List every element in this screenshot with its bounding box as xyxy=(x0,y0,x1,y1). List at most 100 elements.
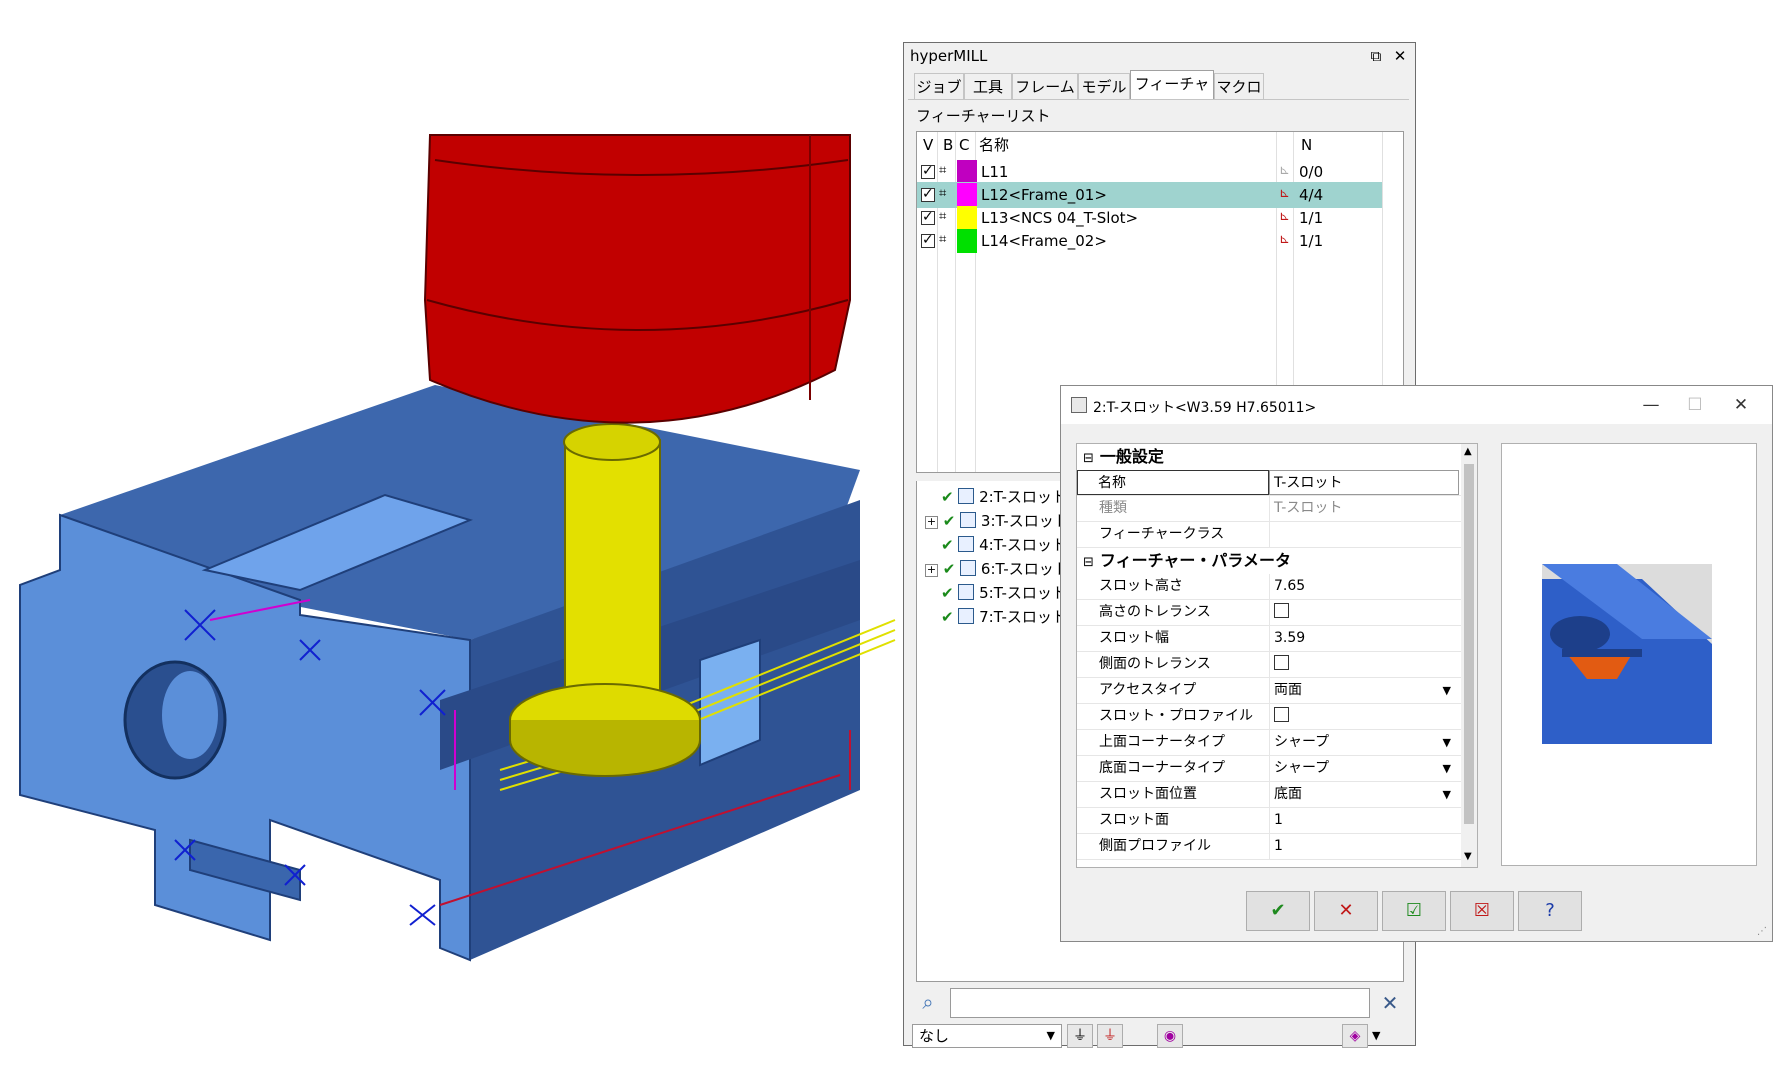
maximize-icon[interactable]: ☐ xyxy=(1677,394,1713,416)
collapse-icon[interactable]: ⊟ xyxy=(1083,451,1094,466)
check-icon: ✔ xyxy=(942,512,956,530)
feature-color-icon[interactable]: ◉ xyxy=(1157,1024,1183,1048)
apply-button[interactable]: ☑ xyxy=(1382,891,1446,931)
tree-item[interactable]: + ✔ 3:T-スロット< xyxy=(925,509,1081,533)
property-value[interactable]: 1 xyxy=(1269,834,1459,859)
top-corner-type-select[interactable]: シャープ ▼ xyxy=(1269,730,1459,755)
panel-titlebar[interactable]: hyperMILL ⧉ ✕ xyxy=(904,43,1415,69)
property-row[interactable]: 名称 T-スロット xyxy=(1077,470,1461,496)
property-value[interactable] xyxy=(1269,600,1459,625)
cancel-button[interactable]: ✕ xyxy=(1314,891,1378,931)
minimize-icon[interactable]: — xyxy=(1633,394,1669,416)
visibility-checkbox[interactable] xyxy=(921,186,935,202)
tab-macros[interactable]: マクロ xyxy=(1214,73,1264,99)
property-name: 高さのトレランス xyxy=(1099,604,1211,620)
visibility-checkbox[interactable] xyxy=(921,232,935,248)
dialog-title: 2:T-スロット<W3.59 H7.65011> xyxy=(1093,400,1317,416)
side-tolerance-checkbox[interactable] xyxy=(1274,655,1289,670)
property-name: 上面コーナータイプ xyxy=(1099,734,1225,750)
section-general[interactable]: ⊟ 一般設定 xyxy=(1077,444,1461,470)
property-value[interactable]: 3.59 xyxy=(1269,626,1459,651)
col-header-name[interactable]: 名称 xyxy=(979,132,1009,158)
bottom-corner-type-select[interactable]: シャープ ▼ xyxy=(1269,756,1459,781)
collapse-icon[interactable]: ⊟ xyxy=(1083,555,1094,570)
feature-type-icon: ⌗ xyxy=(939,209,947,224)
scroll-up-icon[interactable]: ▲ xyxy=(1464,446,1472,457)
height-tolerance-checkbox[interactable] xyxy=(1274,603,1289,618)
scrollbar-thumb[interactable] xyxy=(1464,464,1474,824)
tab-frames[interactable]: フレーム xyxy=(1012,73,1078,99)
feature-color-swatch xyxy=(957,206,977,230)
close-icon[interactable]: ✕ xyxy=(1723,394,1759,416)
expand-icon[interactable]: + xyxy=(925,564,938,577)
tree-item[interactable]: ✔ 7:T-スロット< xyxy=(941,605,1080,629)
property-value: T-スロット xyxy=(1269,496,1459,521)
slot-face-position-select[interactable]: 底面 ▼ xyxy=(1269,782,1459,807)
tree-item[interactable]: ✔ 4:T-スロット< xyxy=(941,533,1080,557)
3d-viewport[interactable] xyxy=(0,0,905,1072)
tree-item[interactable]: ✔ 2:T-スロット< xyxy=(941,485,1080,509)
tab-tools[interactable]: 工具 xyxy=(964,73,1012,99)
resize-grip-icon[interactable]: ⋰ xyxy=(1757,926,1767,937)
expand-icon[interactable]: + xyxy=(925,516,938,529)
property-row[interactable]: スロット・プロファイル xyxy=(1077,704,1461,730)
tab-job[interactable]: ジョブ xyxy=(914,73,964,99)
property-row[interactable]: 高さのトレランス xyxy=(1077,600,1461,626)
bottom-toolbar: なし ▼ ⏚ ⏚ ◉ ◈ ▼ xyxy=(912,1024,1407,1050)
property-row[interactable]: 上面コーナータイプ シャープ ▼ xyxy=(1077,730,1461,756)
chevron-down-icon[interactable]: ▼ xyxy=(1372,1024,1380,1048)
access-type-select[interactable]: 両面 ▼ xyxy=(1269,678,1459,703)
visibility-checkbox[interactable] xyxy=(921,209,935,225)
feature-count: 0/0 xyxy=(1299,163,1324,181)
clear-search-icon[interactable]: ✕ xyxy=(1376,988,1404,1018)
section-feature-parameters[interactable]: ⊟ フィーチャー・パラメータ xyxy=(1077,548,1461,574)
property-row[interactable]: スロット面位置 底面 ▼ xyxy=(1077,782,1461,808)
col-header-c[interactable]: C xyxy=(959,132,969,158)
dialog-titlebar[interactable]: 2:T-スロット<W3.59 H7.65011> — ☐ ✕ xyxy=(1061,386,1772,424)
property-row[interactable]: スロット高さ 7.65 xyxy=(1077,574,1461,600)
property-value[interactable]: 7.65 xyxy=(1269,574,1459,599)
search-input[interactable] xyxy=(950,988,1370,1018)
col-header-b[interactable]: B xyxy=(943,132,953,158)
scroll-down-icon[interactable]: ▼ xyxy=(1464,851,1472,862)
property-value[interactable]: 1 xyxy=(1269,808,1459,833)
property-grid-scrollbar[interactable]: ▲ ▼ xyxy=(1461,444,1477,867)
chevron-down-icon: ▼ xyxy=(1442,788,1451,801)
tab-models[interactable]: モデル xyxy=(1078,73,1130,99)
help-button[interactable]: ? xyxy=(1518,891,1582,931)
property-row[interactable]: アクセスタイプ 両面 ▼ xyxy=(1077,678,1461,704)
dialog-buttons: ✔ ✕ ☑ ☒ ? xyxy=(1246,891,1586,933)
property-row[interactable]: 底面コーナータイプ シャープ ▼ xyxy=(1077,756,1461,782)
display-mode-icon[interactable]: ◈ xyxy=(1342,1024,1368,1048)
col-header-n[interactable]: N xyxy=(1301,132,1312,158)
property-value[interactable]: T-スロット xyxy=(1269,470,1459,495)
filter-select[interactable]: なし ▼ xyxy=(912,1024,1062,1048)
visibility-checkbox[interactable] xyxy=(921,163,935,179)
float-panel-icon[interactable]: ⧉ xyxy=(1366,46,1386,66)
property-row[interactable]: フィーチャークラス xyxy=(1077,522,1461,548)
close-panel-icon[interactable]: ✕ xyxy=(1390,46,1410,66)
col-header-v[interactable]: V xyxy=(923,132,933,158)
property-value[interactable] xyxy=(1269,704,1459,729)
tab-features[interactable]: フィーチャー xyxy=(1130,70,1214,119)
property-value[interactable] xyxy=(1269,652,1459,677)
tree-item[interactable]: ✔ 5:T-スロット< xyxy=(941,581,1080,605)
property-row[interactable]: 種類 T-スロット xyxy=(1077,496,1461,522)
filter-icon[interactable]: ⏚ xyxy=(1067,1024,1093,1048)
slot-profile-checkbox[interactable] xyxy=(1274,707,1289,722)
property-row[interactable]: 側面のトレランス xyxy=(1077,652,1461,678)
discard-button[interactable]: ☒ xyxy=(1450,891,1514,931)
filter-clear-icon[interactable]: ⏚ xyxy=(1097,1024,1123,1048)
property-row[interactable]: スロット面 1 xyxy=(1077,808,1461,834)
ok-button[interactable]: ✔ xyxy=(1246,891,1310,931)
property-value[interactable] xyxy=(1269,522,1459,547)
search-icon[interactable]: ⌕ xyxy=(914,990,942,1016)
property-row[interactable]: 側面プロファイル 1 xyxy=(1077,834,1461,860)
feature-row[interactable]: ⌗ L14<Frame_02> ⊾ 1/1 xyxy=(917,228,1382,254)
dialog-app-icon xyxy=(1071,397,1087,413)
property-grid[interactable]: ⊟ 一般設定 名称 T-スロット 種類 T-スロット フィーチャークラス ⊟ フィー… xyxy=(1076,443,1478,868)
chevron-down-icon: ▼ xyxy=(1442,762,1451,775)
property-row[interactable]: スロット幅 3.59 xyxy=(1077,626,1461,652)
tree-item[interactable]: + ✔ 6:T-スロット< xyxy=(925,557,1081,581)
check-icon: ✔ xyxy=(941,608,954,626)
